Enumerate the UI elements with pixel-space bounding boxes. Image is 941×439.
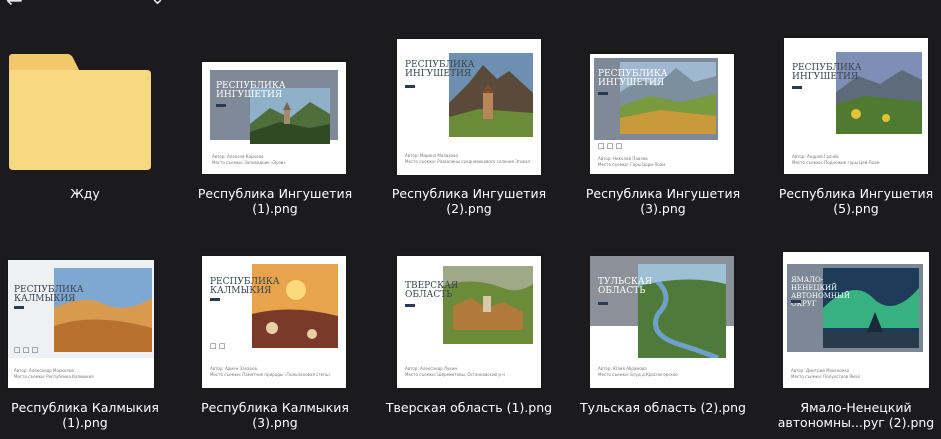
- photo-image: [443, 266, 533, 344]
- file-item[interactable]: РЕСПУБЛИКА ИНГУШЕТИЯ Автор: Алексей Корн…: [190, 32, 360, 216]
- file-item[interactable]: ТУЛЬСКАЯ ОБЛАСТЬ Автор: Юлия Абрамова Ме…: [578, 252, 748, 432]
- file-name: Тверская область (1).png: [385, 400, 553, 415]
- file-item[interactable]: РЕСПУБЛИКА ИНГУШЕТИЯ □ □ □ Автор: Никола…: [578, 32, 748, 216]
- folder-thumbnail: [0, 32, 170, 172]
- file-name: Ямало-Ненецкий автономны...руг (2).png: [777, 400, 935, 430]
- file-item[interactable]: ТВЕРСКАЯ ОБЛАСТЬ Автор: Александр Лукин …: [384, 252, 554, 432]
- folder-icon: [9, 54, 151, 170]
- image-thumbnail: РЕСПУБЛИКА ИНГУШЕТИЯ Автор: Алексей Корн…: [190, 32, 360, 174]
- file-name: Республика Ингушетия (2).png: [391, 186, 547, 216]
- back-arrow-icon[interactable]: ←: [6, 0, 23, 10]
- toolbar-icons: □ □ □: [14, 346, 39, 354]
- image-thumbnail: РЕСПУБЛИКА КАЛМЫКИЯ □ □ Автор: Армен Зах…: [190, 252, 360, 392]
- image-thumbnail: ТУЛЬСКАЯ ОБЛАСТЬ Автор: Юлия Абрамова Ме…: [578, 252, 748, 392]
- chevron-down-icon[interactable]: ⌄: [150, 0, 165, 9]
- file-name: Тульская область (2).png: [580, 400, 746, 415]
- image-thumbnail: РЕСПУБЛИКА ИНГУШЕТИЯ Автор: Андрей Грачё…: [771, 32, 941, 174]
- toolbar-icons: □ □: [210, 342, 226, 350]
- file-item[interactable]: РЕСПУБЛИКА ИНГУШЕТИЯ Автор: Андрей Грачё…: [771, 32, 941, 216]
- image-thumbnail: РЕСПУБЛИКА КАЛМЫКИЯ □ □ □ Автор: Алексан…: [0, 252, 170, 392]
- top-header: ← ⌄: [0, 0, 941, 10]
- file-name: Республика Калмыкия (3).png: [201, 400, 349, 430]
- file-item[interactable]: РЕСПУБЛИКА КАЛМЫКИЯ □ □ □ Автор: Алексан…: [0, 252, 170, 432]
- file-item[interactable]: Жду: [0, 32, 170, 212]
- file-name: Республика Ингушетия (1).png: [197, 186, 353, 216]
- image-thumbnail: РЕСПУБЛИКА ИНГУШЕТИЯ Автор: Марина Малах…: [384, 32, 554, 175]
- image-thumbnail: ЯМАЛО-НЕНЕЦКИЙ АВТОНОМНЫЙ ОКРУГ Автор: Д…: [771, 252, 941, 392]
- file-item[interactable]: РЕСПУБЛИКА ИНГУШЕТИЯ Автор: Марина Малах…: [384, 32, 554, 216]
- photo-image: [54, 268, 152, 352]
- file-name: Республика Калмыкия (1).png: [11, 400, 159, 430]
- image-thumbnail: ТВЕРСКАЯ ОБЛАСТЬ Автор: Александр Лукин …: [384, 252, 554, 392]
- file-item[interactable]: РЕСПУБЛИКА КАЛМЫКИЯ □ □ Автор: Армен Зах…: [190, 252, 360, 432]
- file-name: Республика Ингушетия (5).png: [778, 186, 934, 216]
- image-thumbnail: РЕСПУБЛИКА ИНГУШЕТИЯ □ □ □ Автор: Никола…: [578, 32, 748, 174]
- file-name: Республика Ингушетия (3).png: [585, 186, 741, 216]
- file-name: Жду: [70, 186, 100, 201]
- file-item[interactable]: ЯМАЛО-НЕНЕЦКИЙ АВТОНОМНЫЙ ОКРУГ Автор: Д…: [771, 252, 941, 432]
- toolbar-icons: □ □ □: [598, 142, 623, 150]
